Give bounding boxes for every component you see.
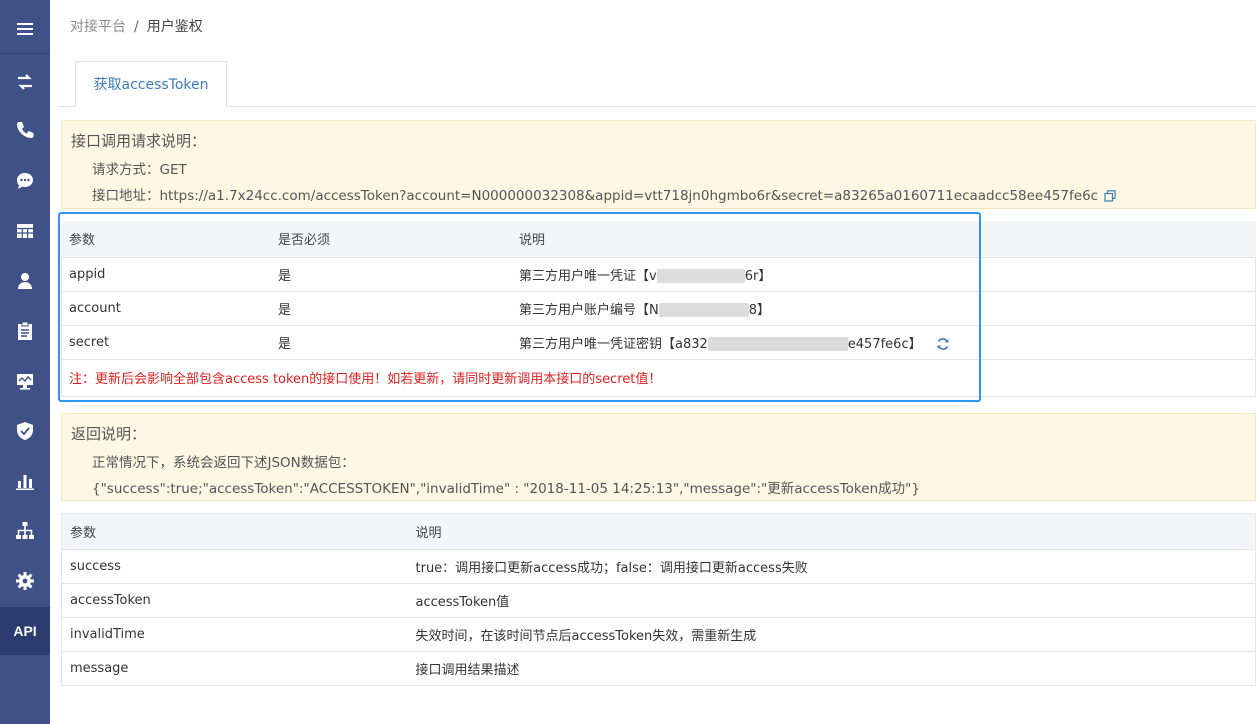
header-description: 说明: [511, 221, 1256, 258]
sidebar-item-api[interactable]: API: [0, 607, 50, 655]
clipboard-icon: [18, 321, 32, 340]
phone-icon: [17, 122, 34, 138]
sidebar-item-statistics[interactable]: [0, 457, 50, 505]
return-param-name: message: [61, 651, 408, 686]
redacted-mask: [656, 269, 745, 283]
header-required: 是否必须: [270, 221, 511, 258]
param-required: 是: [270, 291, 511, 326]
org-chart-icon: [16, 522, 34, 539]
sidebar-item-settings[interactable]: [0, 557, 50, 605]
request-method-line: 请求方式：GET: [92, 158, 187, 178]
request-url-label: 接口地址：: [92, 188, 160, 204]
table-row: message 接口调用结果描述: [61, 651, 1256, 686]
param-description: 第三方用户唯一凭证密钥【a832 e457fe6c】: [511, 325, 1256, 360]
return-notice: 返回说明： 正常情况下，系统会返回下述JSON数据包： {"success":t…: [61, 413, 1256, 501]
desc-suffix: 8】: [748, 302, 771, 318]
warning-row: 注：更新后会影响全部包含access token的接口使用！如若更新，请同时更新…: [61, 359, 1256, 397]
sidebar-item-monitor[interactable]: [0, 357, 50, 405]
header-param: 参数: [61, 513, 408, 550]
table-row: invalidTime 失效时间，在该时间节点后accessToken失效，需重…: [61, 617, 1256, 652]
grid-icon: [17, 224, 33, 238]
return-table: 参数 说明 success true：调用接口更新access成功；false：…: [61, 513, 1256, 686]
sidebar-item-chat[interactable]: [0, 157, 50, 205]
sidebar-item-clipboard[interactable]: [0, 307, 50, 355]
shield-icon: [17, 422, 33, 440]
sidebar-item-grid[interactable]: [0, 207, 50, 255]
request-url-value: https://a1.7x24cc.com/accessToken?accoun…: [159, 188, 1099, 204]
sidebar-item-user[interactable]: [0, 257, 50, 305]
sidebar-item-shield[interactable]: [0, 407, 50, 455]
sidebar-item-phone[interactable]: [0, 106, 50, 154]
sidebar: API: [0, 0, 50, 724]
desc-suffix: e457fe6c】: [847, 336, 922, 352]
table-row: accessToken accessToken值: [61, 583, 1256, 618]
menu-icon: [17, 22, 33, 35]
redacted-mask: [707, 337, 848, 351]
breadcrumb: 对接平台 / 用户鉴权: [70, 16, 203, 36]
return-notice-title: 返回说明：: [71, 425, 147, 443]
monitor-icon: [17, 374, 33, 390]
main-content: 对接平台 / 用户鉴权 获取accessToken 接口调用请求说明： 请求方式：G…: [50, 0, 1256, 724]
bar-chart-icon: [16, 475, 34, 490]
breadcrumb-separator: /: [134, 19, 139, 35]
return-param-description: 失效时间，在该时间节点后accessToken失效，需重新生成: [407, 617, 1256, 652]
warning-text: 注：更新后会影响全部包含access token的接口使用！如若更新，请同时更新…: [61, 359, 1256, 397]
return-param-description: true：调用接口更新access成功；false：调用接口更新access失败: [407, 549, 1256, 584]
request-notice-title: 接口调用请求说明：: [71, 132, 207, 150]
desc-prefix: 第三方用户账户编号【N: [519, 302, 659, 318]
sidebar-api-label: API: [13, 623, 37, 639]
breadcrumb-root[interactable]: 对接平台: [70, 19, 126, 35]
table-row: appid 是 第三方用户唯一凭证【v 6r】: [61, 257, 1256, 292]
header-param: 参数: [61, 221, 270, 258]
table-row: success true：调用接口更新access成功；false：调用接口更新…: [61, 549, 1256, 584]
params-table: 参数 是否必须 说明 appid 是 第三方用户唯一凭证【v 6r】 accoun…: [61, 221, 1256, 397]
request-url-line: 接口地址：https://a1.7x24cc.com/accessToken?a…: [92, 184, 1116, 204]
request-notice: 接口调用请求说明： 请求方式：GET 接口地址：https://a1.7x24c…: [61, 120, 1256, 209]
sidebar-item-transfer[interactable]: [0, 58, 50, 106]
menu-toggle-button[interactable]: [0, 4, 50, 54]
param-required: 是: [270, 257, 511, 292]
desc-prefix: 第三方用户唯一凭证密钥【a832: [519, 336, 708, 352]
param-name: secret: [61, 325, 270, 360]
table-row: secret 是 第三方用户唯一凭证密钥【a832 e457fe6c】: [61, 325, 1256, 360]
return-param-name: success: [61, 549, 408, 584]
param-description: 第三方用户账户编号【N 8】: [511, 291, 1256, 326]
table-header-row: 参数 是否必须 说明: [61, 221, 1256, 258]
request-method-label: 请求方式：: [92, 162, 160, 178]
breadcrumb-current: 用户鉴权: [146, 19, 203, 35]
user-icon: [18, 273, 32, 289]
copy-icon[interactable]: [1104, 190, 1116, 202]
chat-icon: [17, 173, 33, 189]
desc-suffix: 6r】: [744, 268, 772, 284]
return-json-example: {"success":true;"accessToken":"ACCESSTOK…: [92, 481, 920, 497]
desc-prefix: 第三方用户唯一凭证【v: [519, 268, 657, 284]
tab-bar: 获取accessToken: [58, 61, 1256, 107]
return-param-name: accessToken: [61, 583, 408, 618]
request-method-value: GET: [159, 162, 187, 178]
gear-icon: [16, 572, 34, 590]
return-notice-line1: 正常情况下，系统会返回下述JSON数据包：: [92, 455, 355, 471]
tab-get-access-token[interactable]: 获取accessToken: [75, 61, 227, 107]
return-param-description: 接口调用结果描述: [407, 651, 1256, 686]
param-name: appid: [61, 257, 270, 292]
return-param-description: accessToken值: [407, 583, 1256, 618]
return-param-name: invalidTime: [61, 617, 408, 652]
param-name: account: [61, 291, 270, 326]
sidebar-item-organization[interactable]: [0, 507, 50, 555]
refresh-icon[interactable]: [936, 337, 950, 351]
param-required: 是: [270, 325, 511, 360]
param-description: 第三方用户唯一凭证【v 6r】: [511, 257, 1256, 292]
header-description: 说明: [407, 513, 1256, 550]
table-header-row: 参数 说明: [61, 513, 1256, 550]
transfer-icon: [18, 74, 32, 90]
table-row: account 是 第三方用户账户编号【N 8】: [61, 291, 1256, 326]
redacted-mask: [658, 303, 749, 317]
